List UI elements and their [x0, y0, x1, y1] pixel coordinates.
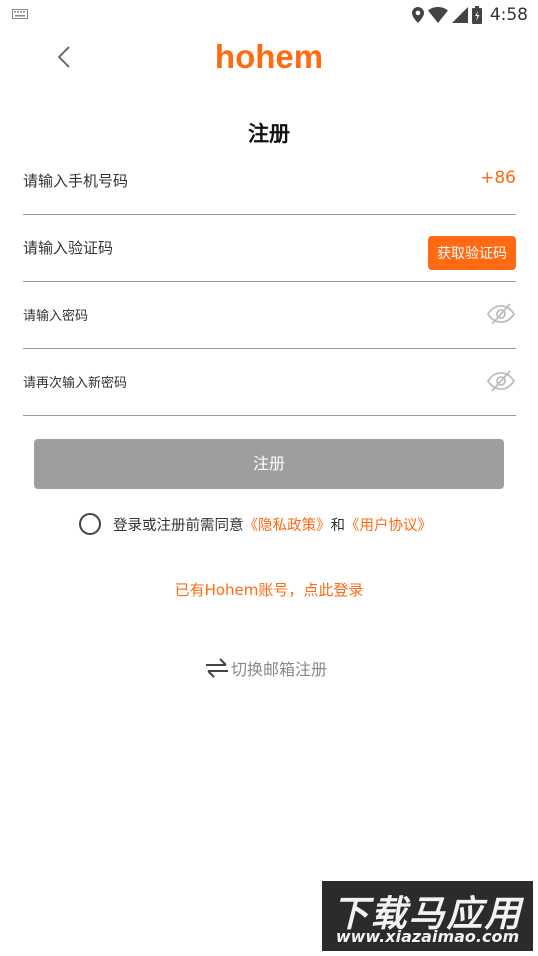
switch-email-register-button[interactable]: 切换邮箱注册	[205, 656, 327, 680]
wifi-icon	[427, 7, 448, 23]
status-icons: 4:58	[411, 4, 528, 26]
privacy-policy-link[interactable]: 《隐私政策》	[244, 514, 331, 535]
phone-input[interactable]	[23, 148, 403, 214]
password-input[interactable]	[23, 282, 403, 348]
country-code-selector[interactable]: +86	[480, 168, 516, 188]
user-agreement-link[interactable]: 《用户协议》	[345, 514, 432, 535]
agreement-checkbox[interactable]	[79, 513, 101, 535]
login-link[interactable]: 已有Hohem账号，点此登录	[0, 579, 538, 600]
signal-icon	[451, 7, 468, 23]
switch-email-label: 切换邮箱注册	[231, 660, 328, 679]
verification-code-field: 获取验证码	[23, 215, 516, 282]
svg-text:hohem: hohem	[217, 38, 321, 75]
watermark-url: www.xiazaimao.com	[335, 927, 520, 946]
back-arrow-icon[interactable]	[48, 40, 82, 74]
watermark: 下载马应用 www.xiazaimao.com	[322, 881, 533, 951]
get-code-button[interactable]: 获取验证码	[428, 236, 516, 270]
hohem-logo: hohem	[217, 38, 321, 75]
register-button[interactable]: 注册	[34, 439, 504, 489]
eye-hidden-icon[interactable]	[486, 368, 516, 394]
header: hohem	[0, 30, 538, 86]
verification-code-input[interactable]	[23, 215, 403, 281]
password-field	[23, 282, 516, 349]
agreement-row: 登录或注册前需同意 《隐私政策》 和 《用户协议》	[79, 511, 432, 537]
eye-hidden-icon[interactable]	[486, 301, 516, 327]
agreement-prefix: 登录或注册前需同意	[113, 517, 244, 534]
battery-icon	[471, 6, 482, 24]
confirm-password-input[interactable]	[23, 349, 403, 415]
page-title: 注册	[248, 122, 290, 146]
status-bar: 4:58	[0, 0, 538, 30]
confirm-password-field	[23, 349, 516, 416]
phone-field: +86	[23, 148, 516, 215]
agreement-conjunction: 和	[330, 517, 346, 534]
swap-arrows-icon	[206, 658, 228, 678]
status-time: 4:58	[489, 5, 528, 25]
location-icon	[411, 7, 424, 23]
keyboard-icon	[12, 9, 28, 19]
